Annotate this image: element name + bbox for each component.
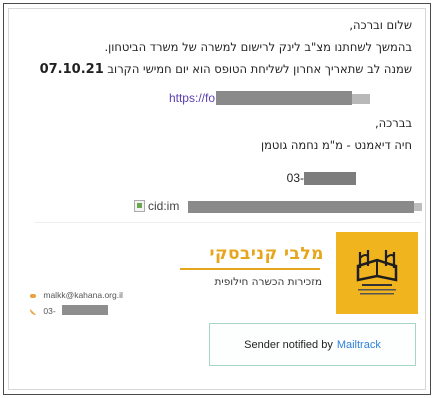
phone-prefix: 03-: [286, 171, 304, 185]
registration-link[interactable]: https://fo: [169, 91, 215, 105]
contact-phone-prefix: 03-: [43, 306, 56, 316]
brand-underline: [180, 268, 320, 270]
body-line-3: שמנה לב שתאריך אחרון לשליחת הטופס הוא יו…: [40, 62, 412, 77]
closing-text: בברכה,: [374, 116, 412, 130]
contact-email-row[interactable]: malkk@kahana.org.il: [30, 290, 123, 300]
greeting-text: שלום וברכה,: [349, 18, 412, 32]
image-alt-text: cid:im: [148, 199, 180, 213]
redacted-phone-bar: [304, 172, 356, 185]
mailtrack-text: Sender notified by: [244, 338, 333, 351]
signature-divider: [34, 222, 422, 223]
deadline-text: שמנה לב שתאריך אחרון לשליחת הטופס הוא יו…: [107, 62, 412, 76]
redacted-contact-phone: [62, 305, 108, 315]
brand-name: מלבי קניבסקי: [209, 244, 324, 264]
broken-image-row[interactable]: cid:im: [134, 199, 424, 215]
brand-tagline: מזכירות הכשרה חילופית: [214, 276, 322, 288]
phone-icon: [30, 308, 36, 315]
logo-graphic: [356, 250, 398, 295]
redacted-link-tail: [352, 94, 370, 104]
mailtrack-link[interactable]: Mailtrack: [337, 339, 381, 351]
deadline-date: 07.10.21: [39, 62, 104, 77]
mailtrack-notice: Sender notified by Mailtrack: [209, 323, 416, 366]
contact-phone-row: 03-: [30, 306, 56, 316]
signature-name: חיה דיאמנט - מ"מ נחמה גוטמן: [260, 138, 412, 152]
redacted-image-tail: [414, 203, 422, 211]
email-body-frame: שלום וברכה, בהמשך לשחתנו מצ"ב לינק לרישו…: [3, 3, 431, 395]
email-icon: [30, 293, 36, 298]
broken-image-icon: [134, 200, 145, 212]
redacted-link-bar: [216, 91, 352, 105]
body-line-2: בהמשך לשחתנו מצ"ב לינק לרישום למשרה של מ…: [104, 40, 412, 54]
redacted-image-bar: [188, 201, 414, 213]
book-logo-icon: [336, 232, 418, 314]
contact-email[interactable]: malkk@kahana.org.il: [43, 290, 123, 300]
